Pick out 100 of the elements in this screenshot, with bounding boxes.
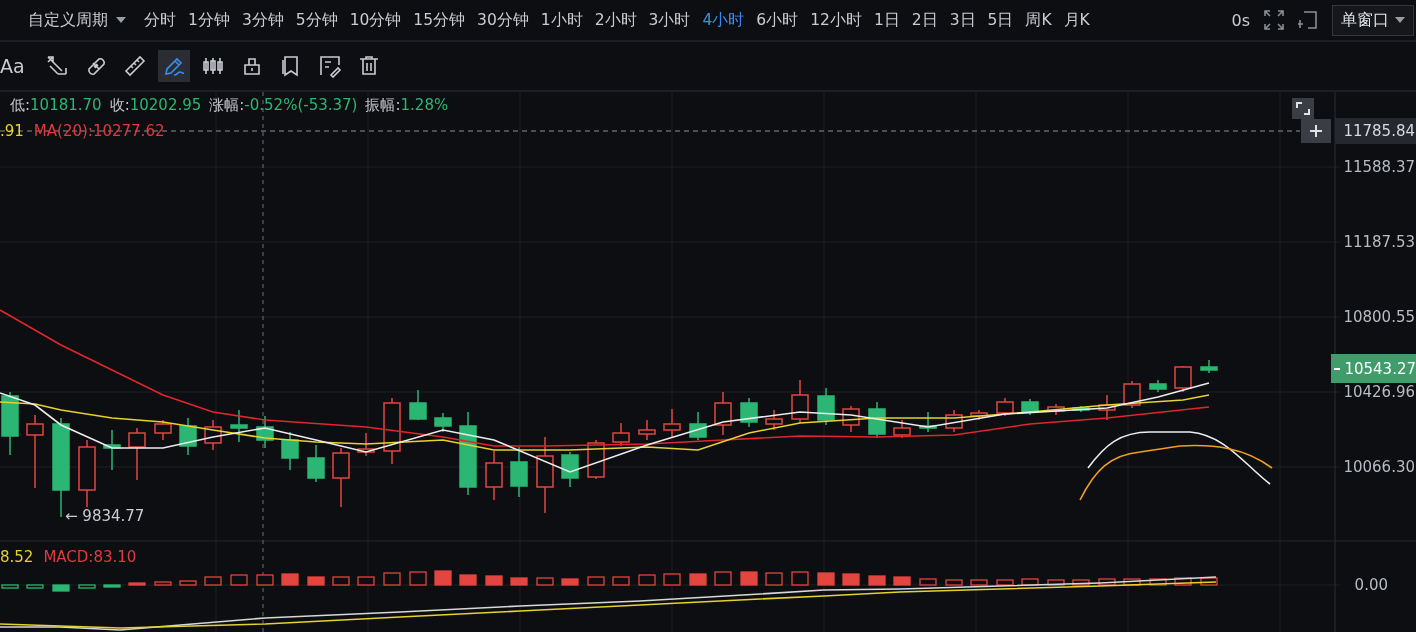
candlestick (307, 444, 325, 483)
stat-label: 收: (109, 96, 130, 114)
ruler-pencil-icon (44, 54, 69, 78)
price-axis-label: 11187.53 (1343, 233, 1415, 251)
indicator-value: MA(20):10277.62 (33, 122, 165, 140)
histogram-bar (128, 582, 146, 586)
price-axis-label: 10066.30 (1343, 458, 1415, 476)
period-tab[interactable]: 分时 (144, 9, 176, 31)
candlestick (78, 439, 96, 508)
font-button[interactable]: Aa (0, 55, 29, 77)
last-price-label: 10543.27 (1331, 354, 1416, 383)
histogram-bar (383, 572, 401, 586)
period-tab[interactable]: 1小时 (540, 9, 583, 31)
candlestick (765, 409, 783, 431)
candlestick (357, 432, 375, 457)
histogram-bar (919, 578, 937, 586)
histogram-bar (510, 577, 528, 586)
period-tab[interactable]: 5分钟 (295, 9, 338, 31)
candlestick (154, 419, 172, 441)
period-tab[interactable]: 月K (1063, 9, 1090, 31)
histogram-bar (893, 576, 911, 586)
histogram-bar (357, 576, 375, 586)
candlestick (970, 409, 988, 421)
histogram-bar (1072, 579, 1090, 586)
candlestick (817, 387, 835, 426)
histogram-bar (281, 573, 299, 586)
period-tab[interactable]: 12小时 (810, 9, 862, 31)
period-tab[interactable]: 15分钟 (413, 9, 466, 31)
candlestick (281, 431, 299, 471)
caret-icon (116, 17, 126, 23)
candlestick (332, 447, 350, 508)
drawing-tool-button[interactable] (157, 50, 190, 82)
histogram-bar (970, 579, 988, 586)
candlestick (740, 397, 758, 428)
stat-value: -0.52%(-53.37) (244, 96, 358, 114)
candlestick (179, 417, 197, 456)
histogram-bar (409, 571, 427, 586)
histogram-bar (256, 574, 274, 586)
candlestick (1149, 379, 1167, 393)
candlestick (945, 409, 963, 433)
stat-value: 10181.70 (30, 96, 102, 114)
period-tab[interactable]: 4小时 (702, 9, 745, 31)
window-mode-dropdown[interactable]: 单窗口 (1332, 4, 1414, 36)
expand-icon[interactable] (1292, 98, 1314, 119)
histogram-bar (817, 572, 835, 586)
candlestick (919, 411, 937, 433)
candlestick (1174, 365, 1192, 393)
low-price-marker: ← 9834.77 (65, 507, 145, 525)
histogram-bar (612, 576, 630, 586)
candlestick (689, 411, 707, 441)
candlestick (663, 408, 681, 439)
histogram-bar (78, 584, 96, 589)
candlestick (791, 379, 809, 424)
candlestick (996, 397, 1014, 417)
histogram-bar (638, 574, 656, 586)
stat-label: 涨幅: (209, 96, 245, 114)
histogram-bar (536, 577, 554, 586)
period-tab[interactable]: 10分钟 (349, 9, 402, 31)
candlestick (204, 419, 222, 451)
histogram-bar (945, 579, 963, 586)
price-axis-label: 10800.55 (1343, 308, 1415, 326)
candlestick (561, 451, 579, 488)
candlestick (434, 412, 452, 433)
edit-icon (317, 54, 342, 78)
caret-icon (1395, 17, 1405, 23)
histogram-bar (791, 571, 809, 586)
period-tab[interactable]: 3小时 (648, 9, 691, 31)
candlestick (1, 391, 19, 456)
period-tab[interactable]: 3分钟 (241, 9, 284, 31)
candlestick (510, 446, 528, 498)
histogram-bar (307, 576, 325, 586)
period-tab[interactable]: 6小时 (756, 9, 799, 31)
refresh-timer: 0s (1231, 10, 1250, 30)
histogram-bar (663, 573, 681, 586)
period-dropdown[interactable]: 自定义周期 (28, 9, 126, 31)
period-tab[interactable]: 2日 (911, 9, 938, 31)
candlestick (612, 422, 630, 447)
candlestick (714, 391, 732, 436)
histogram-bar (996, 579, 1014, 586)
histogram-bar (1098, 578, 1116, 586)
histogram-bar (561, 578, 579, 586)
period-tab[interactable]: 1日 (873, 9, 900, 31)
histogram-bar (740, 571, 758, 586)
period-tab[interactable]: 1分钟 (188, 9, 230, 31)
period-tab[interactable]: 2小时 (594, 9, 637, 31)
histogram-bar (179, 580, 197, 586)
candlestick (128, 427, 146, 481)
histogram-bar (868, 575, 886, 586)
candlestick (409, 389, 427, 421)
candlestick (256, 415, 274, 449)
indicator-value: 8.52 (0, 548, 34, 566)
period-tab[interactable]: 3日 (949, 9, 976, 31)
period-tab[interactable]: 5日 (987, 9, 1014, 31)
histogram-bar (1149, 578, 1167, 586)
candlestick (842, 405, 860, 433)
period-tab[interactable]: 周K (1025, 9, 1052, 31)
histogram-bar (332, 576, 350, 586)
period-tab[interactable]: 30分钟 (477, 9, 529, 31)
histogram-bar (459, 574, 477, 586)
ruler-icon (122, 54, 147, 78)
